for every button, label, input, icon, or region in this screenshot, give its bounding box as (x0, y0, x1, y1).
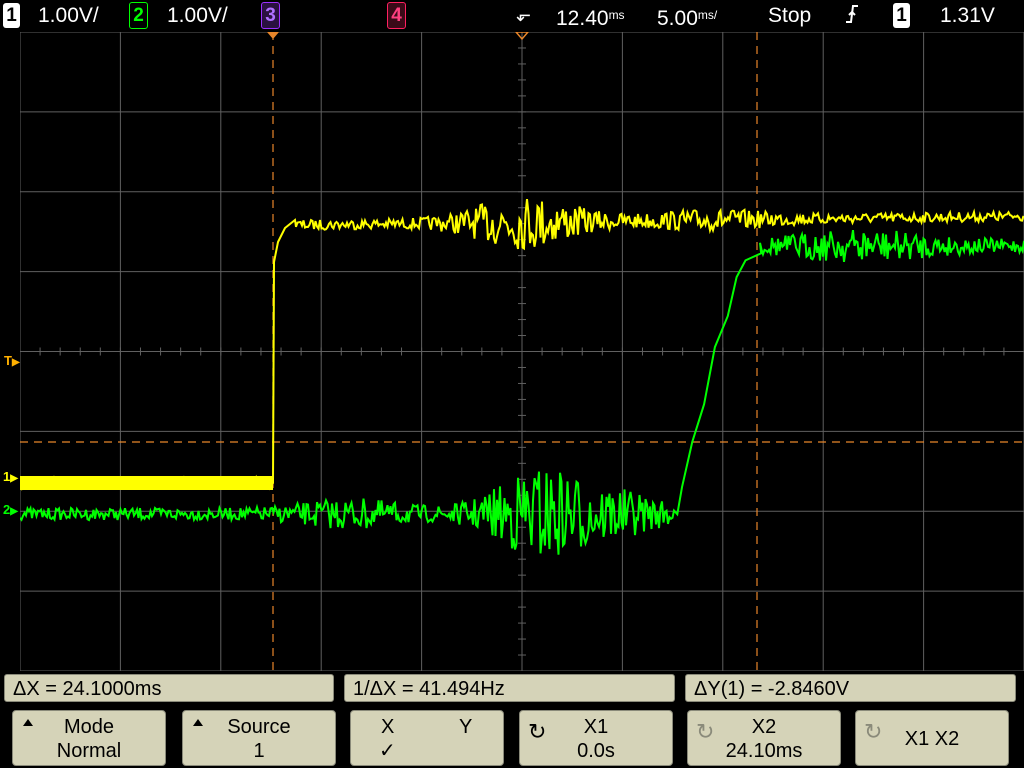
ch4-badge[interactable]: 4 (387, 2, 406, 29)
trigger-level[interactable]: 1.31V (940, 3, 995, 28)
trigger-level-marker[interactable]: T▶ (4, 354, 20, 370)
ch3-badge[interactable]: 3 (261, 2, 280, 29)
source-title: Source (227, 716, 291, 738)
graticule (20, 32, 1024, 671)
delta-x-readout: ΔX = 24.1000ms (4, 674, 334, 702)
mode-title: Mode (63, 716, 115, 738)
source-value: 1 (253, 740, 265, 762)
mode-value: Normal (56, 740, 122, 762)
softkey-bar: Mode Normal Source 1 X Y ✓ ↻ X1 0.0s ↻ X… (0, 706, 1024, 768)
source-softkey[interactable]: Source 1 (182, 710, 336, 766)
x1-x2-softkey[interactable]: ↻ X1 X2 (855, 710, 1009, 766)
trigger-slope-icon (845, 3, 859, 28)
ch1-ground-marker[interactable]: 1▶ (3, 470, 18, 486)
ch1-low-band (20, 476, 273, 490)
x1-x2-label: X1 X2 (904, 728, 960, 750)
x-label: X (381, 716, 395, 738)
x2-value: 24.10ms (725, 740, 803, 762)
ch1-badge[interactable]: 1 (3, 3, 20, 28)
ch2-scale: 1.00V/ (167, 4, 228, 27)
x1-title: X1 (583, 716, 609, 738)
mode-softkey[interactable]: Mode Normal (12, 710, 166, 766)
inverse-delta-x-readout: 1/ΔX = 41.494Hz (344, 674, 675, 702)
y-label: Y (459, 716, 473, 738)
delta-y-readout: ΔY(1) = -2.8460V (685, 674, 1016, 702)
cursor-x1-marker (267, 32, 279, 39)
trigger-source-badge[interactable]: 1 (893, 3, 910, 28)
x2-title: X2 (751, 716, 777, 738)
status-bar: 1 1.00V/ 2 1.00V/ 3 4 ⬐ 12.40ms 5.00ms/ … (0, 0, 1024, 32)
measurement-bar: ΔX = 24.1000ms 1/ΔX = 41.494Hz ΔY(1) = -… (0, 672, 1024, 706)
delay-value[interactable]: 12.40ms (556, 3, 625, 31)
timebase-value[interactable]: 5.00ms/ (657, 3, 717, 31)
run-state[interactable]: Stop (768, 3, 811, 28)
x2-softkey[interactable]: ↻ X2 24.10ms (687, 710, 841, 766)
cursor-markers (267, 32, 529, 41)
xy-softkey[interactable]: X Y ✓ (350, 710, 504, 766)
x1-softkey[interactable]: ↻ X1 0.0s (519, 710, 673, 766)
ch2-ground-marker[interactable]: 2▶ (3, 503, 18, 519)
ch2-badge[interactable]: 2 (129, 2, 148, 29)
check-icon: ✓ (379, 740, 396, 762)
ch1-scale: 1.00V/ (38, 4, 99, 27)
waveform-display[interactable] (20, 32, 1024, 671)
delay-arrow-icon: ⬐ (516, 5, 532, 25)
x1-value: 0.0s (577, 740, 615, 762)
